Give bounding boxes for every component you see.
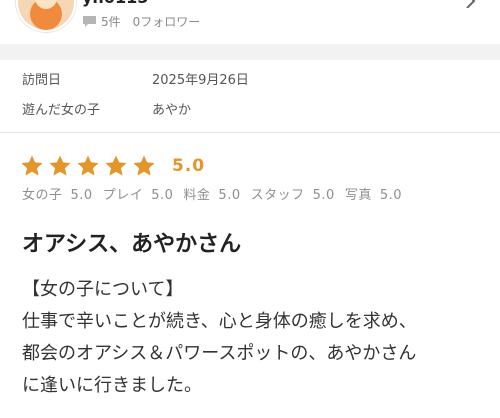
sub-score-value: 5.0 <box>312 188 335 203</box>
star-icon <box>49 155 71 176</box>
section-divider <box>0 44 500 60</box>
review-line: 都会のオアシス＆パワースポットの、あやかさん <box>22 343 417 364</box>
divider <box>0 132 500 133</box>
sub-score: 女の子 5.0 <box>22 186 93 206</box>
reviewer-header[interactable]: yh0115 5件 0フォロワー <box>0 0 500 44</box>
rating-score: 5.0 <box>172 156 206 176</box>
review-page: yh0115 5件 0フォロワー 訪問日 2025年9月26日 遊んだ女の子 あ… <box>0 0 500 418</box>
sub-score-value: 5.0 <box>70 188 93 203</box>
review-count: 5件 <box>101 14 121 29</box>
sub-score-value: 5.0 <box>218 188 241 203</box>
sub-score-value: 5.0 <box>379 188 403 203</box>
girl-row: 遊んだ女の子 あやか <box>0 100 500 122</box>
visit-date-value: 2025年9月26日 <box>152 73 249 88</box>
review-body: 【女の子について】仕事で辛いことが続き、心と身体の癒しを求め、 都会のオアシス＆パ… <box>22 274 492 402</box>
sub-score-label: スタッフ <box>250 188 305 203</box>
chevron-right-icon[interactable] <box>464 0 478 8</box>
reviewer-name[interactable]: yh0115 <box>82 0 148 6</box>
review-line: 仕事で辛いことが続き、心と身体の癒しを求め、 <box>22 311 417 332</box>
sub-score: 料金 5.0 <box>183 186 240 206</box>
girl-label: 遊んだ女の子 <box>22 103 101 118</box>
review-line: に逢いに行きました。 <box>22 375 202 396</box>
star-rating: 5.0 <box>20 152 205 180</box>
visit-info: 訪問日 2025年9月26日 遊んだ女の子 あやか <box>0 60 500 132</box>
sub-score: 写真 5.0 <box>345 186 402 206</box>
sub-score-label: 料金 <box>183 188 211 203</box>
sub-score-label: 女の子 <box>22 188 63 203</box>
star-icon <box>133 155 155 176</box>
visit-date-label: 訪問日 <box>22 73 62 88</box>
star-icon <box>105 155 127 176</box>
sub-score: スタッフ 5.0 <box>251 186 335 206</box>
avatar[interactable] <box>16 0 76 32</box>
girl-value: あやか <box>152 103 192 118</box>
sub-score-label: プレイ <box>102 188 144 203</box>
sub-score-label: 写真 <box>344 188 372 203</box>
sub-scores: 女の子 5.0 プレイ 5.0 料金 5.0 スタッフ 5.0 写真 5.0 <box>22 186 412 206</box>
review-line: 【女の子について】 <box>22 279 184 300</box>
visit-date-row: 訪問日 2025年9月26日 <box>0 70 500 92</box>
sub-score: プレイ 5.0 <box>103 186 174 206</box>
star-icon <box>77 155 99 176</box>
sub-score-value: 5.0 <box>151 188 174 203</box>
star-icon <box>21 155 43 176</box>
follower-count: 0フォロワー <box>132 14 201 29</box>
reviewer-stats: 5件 0フォロワー <box>82 12 200 30</box>
review-title: オアシス、あやかさん <box>22 232 242 257</box>
comment-icon <box>83 15 96 27</box>
